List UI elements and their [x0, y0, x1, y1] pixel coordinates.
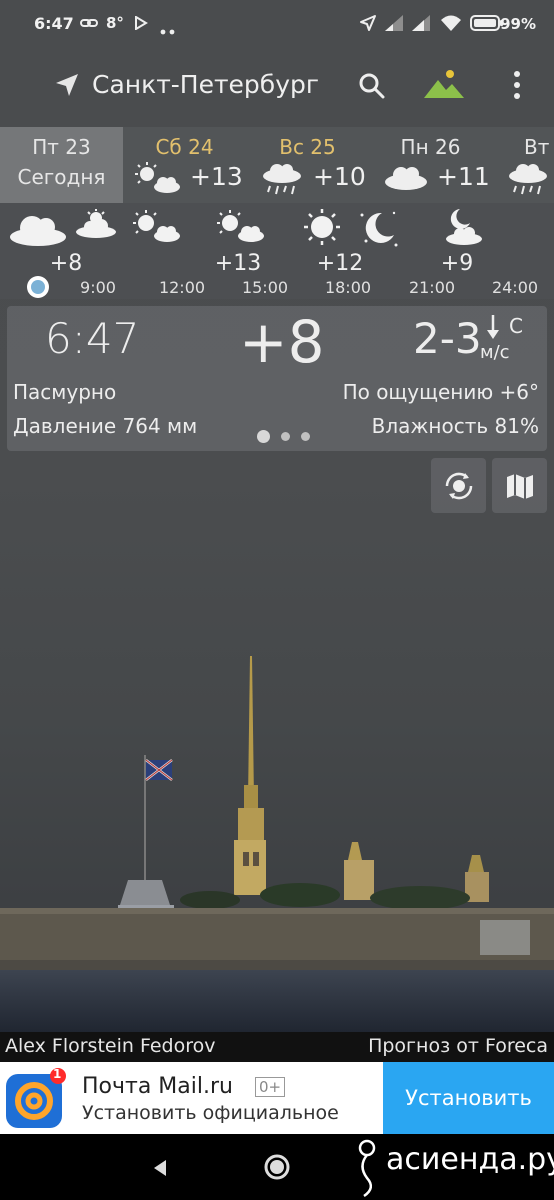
page-indicator — [257, 426, 321, 445]
day-tab-tue[interactable]: Вт — [492, 127, 554, 203]
sun-moon-button[interactable] — [431, 458, 486, 513]
day-tab-today[interactable]: Пт 23 Сегодня — [0, 127, 123, 203]
page-dot — [281, 432, 290, 441]
hour-temp: +8 — [49, 251, 83, 276]
play-icon — [134, 15, 148, 34]
hour-time: 9:00 — [80, 278, 116, 297]
pressure: Давление 764 мм — [13, 414, 198, 438]
ad-age-rating: 0+ — [255, 1077, 286, 1097]
ad-description: Установить официальное — [82, 1102, 339, 1124]
page-dot-active — [257, 430, 270, 443]
ad-banner[interactable]: 1 Почта Mail.ru 0+ Установить официально… — [0, 1062, 554, 1134]
wind-unit: м/с — [480, 342, 510, 363]
day-tab-sun[interactable]: Вс 25 +10 — [246, 127, 369, 203]
day-name: Пт 23 — [32, 135, 91, 159]
day-name: Сб 24 — [155, 135, 214, 159]
rain-cloud-icon — [506, 161, 550, 201]
home-icon[interactable] — [264, 1154, 290, 1184]
sun-rotate-icon — [443, 470, 475, 506]
page-dot — [301, 432, 310, 441]
day-temp: +10 — [313, 162, 366, 191]
more-vert-icon[interactable] — [510, 70, 524, 104]
current-time: 6:47 — [45, 314, 140, 363]
hour-time: 15:00 — [241, 278, 289, 297]
sun-icon — [302, 207, 342, 251]
search-icon[interactable] — [358, 72, 386, 104]
day-forecast-strip: Пт 23 Сегодня Сб 24 +13 Вс 25 +10 Пн 26 … — [0, 127, 554, 203]
current-time-marker — [27, 276, 49, 298]
watermark-logo-icon — [354, 1138, 380, 1200]
moon-cloud-icon — [440, 207, 484, 251]
city-name[interactable]: Санкт-Петербург — [92, 70, 319, 99]
partly-cloudy-icon — [133, 161, 183, 199]
cloud-icon — [8, 211, 68, 251]
day-tab-mon[interactable]: Пн 26 +11 — [369, 127, 492, 203]
day-sub: Сегодня — [17, 165, 106, 189]
day-temp: +11 — [437, 162, 490, 191]
wind-speed: 2-3 — [413, 314, 482, 363]
ad-badge: 1 — [53, 1067, 62, 1081]
hour-time: 24:00 — [491, 278, 539, 297]
hour-temp: +12 — [316, 251, 364, 276]
background-photo — [0, 560, 554, 1032]
photo-credit[interactable]: Alex Florstein Fedorov — [5, 1035, 215, 1057]
back-icon[interactable] — [150, 1158, 170, 1182]
status-time: 6:47 — [34, 14, 74, 33]
ad-app-name: Почта Mail.ru — [82, 1074, 233, 1099]
forecast-credit[interactable]: Прогноз от Foreca — [368, 1035, 548, 1057]
moon-icon — [356, 207, 400, 253]
location-arrow-icon[interactable] — [54, 72, 80, 102]
signal-icon — [410, 14, 432, 36]
location-icon — [359, 14, 377, 36]
map-icon — [505, 471, 535, 505]
partly-cloudy-icon — [74, 209, 120, 243]
signal-icon — [383, 14, 405, 36]
partly-cloudy-icon — [130, 209, 182, 247]
wind-arrow-icon — [486, 314, 500, 344]
system-nav-bar: асиенда.ру — [0, 1134, 554, 1200]
humidity: Влажность 81% — [371, 414, 539, 438]
current-conditions-card[interactable]: 6:47 +8 2-3 С м/с Пасмурно По ощущению +… — [7, 306, 547, 451]
hour-time: 18:00 — [324, 278, 372, 297]
day-temp: +13 — [190, 162, 243, 191]
condition-text: Пасмурно — [13, 380, 117, 404]
wifi-icon — [440, 14, 462, 36]
battery-percent: 99% — [500, 15, 536, 33]
watermark: асиенда.ру — [386, 1142, 554, 1177]
credits-bar: Alex Florstein Fedorov Прогноз от Foreca — [0, 1032, 554, 1062]
day-tab-sat[interactable]: Сб 24 +13 — [123, 127, 246, 203]
cloud-icon — [383, 163, 429, 195]
map-button[interactable] — [492, 458, 547, 513]
hour-time: 12:00 — [158, 278, 206, 297]
install-button[interactable]: Установить — [383, 1062, 554, 1134]
hour-time: 21:00 — [408, 278, 456, 297]
wind-direction: С — [509, 314, 523, 338]
battery-icon — [470, 14, 504, 36]
status-temp: 8° — [106, 14, 124, 32]
rain-cloud-icon — [260, 161, 304, 201]
hour-temp: +13 — [214, 251, 262, 276]
link-icon — [80, 15, 98, 34]
day-name: Вт — [524, 135, 550, 159]
landscape-icon[interactable] — [422, 68, 466, 104]
app-bar: Санкт-Петербург — [0, 60, 554, 110]
status-bar: 6:47 8° 99% — [0, 0, 554, 48]
more-dots-icon — [160, 20, 176, 39]
hour-temp: +9 — [440, 251, 474, 276]
day-name: Пн 26 — [400, 135, 461, 159]
day-name: Вс 25 — [279, 135, 336, 159]
current-temp: +8 — [239, 308, 325, 376]
hourly-forecast[interactable]: +8 +13 +12 +9 9:00 12:00 15:00 18:00 21:… — [0, 203, 554, 299]
feels-like: По ощущению +6° — [342, 380, 539, 404]
partly-cloudy-icon — [214, 209, 266, 247]
